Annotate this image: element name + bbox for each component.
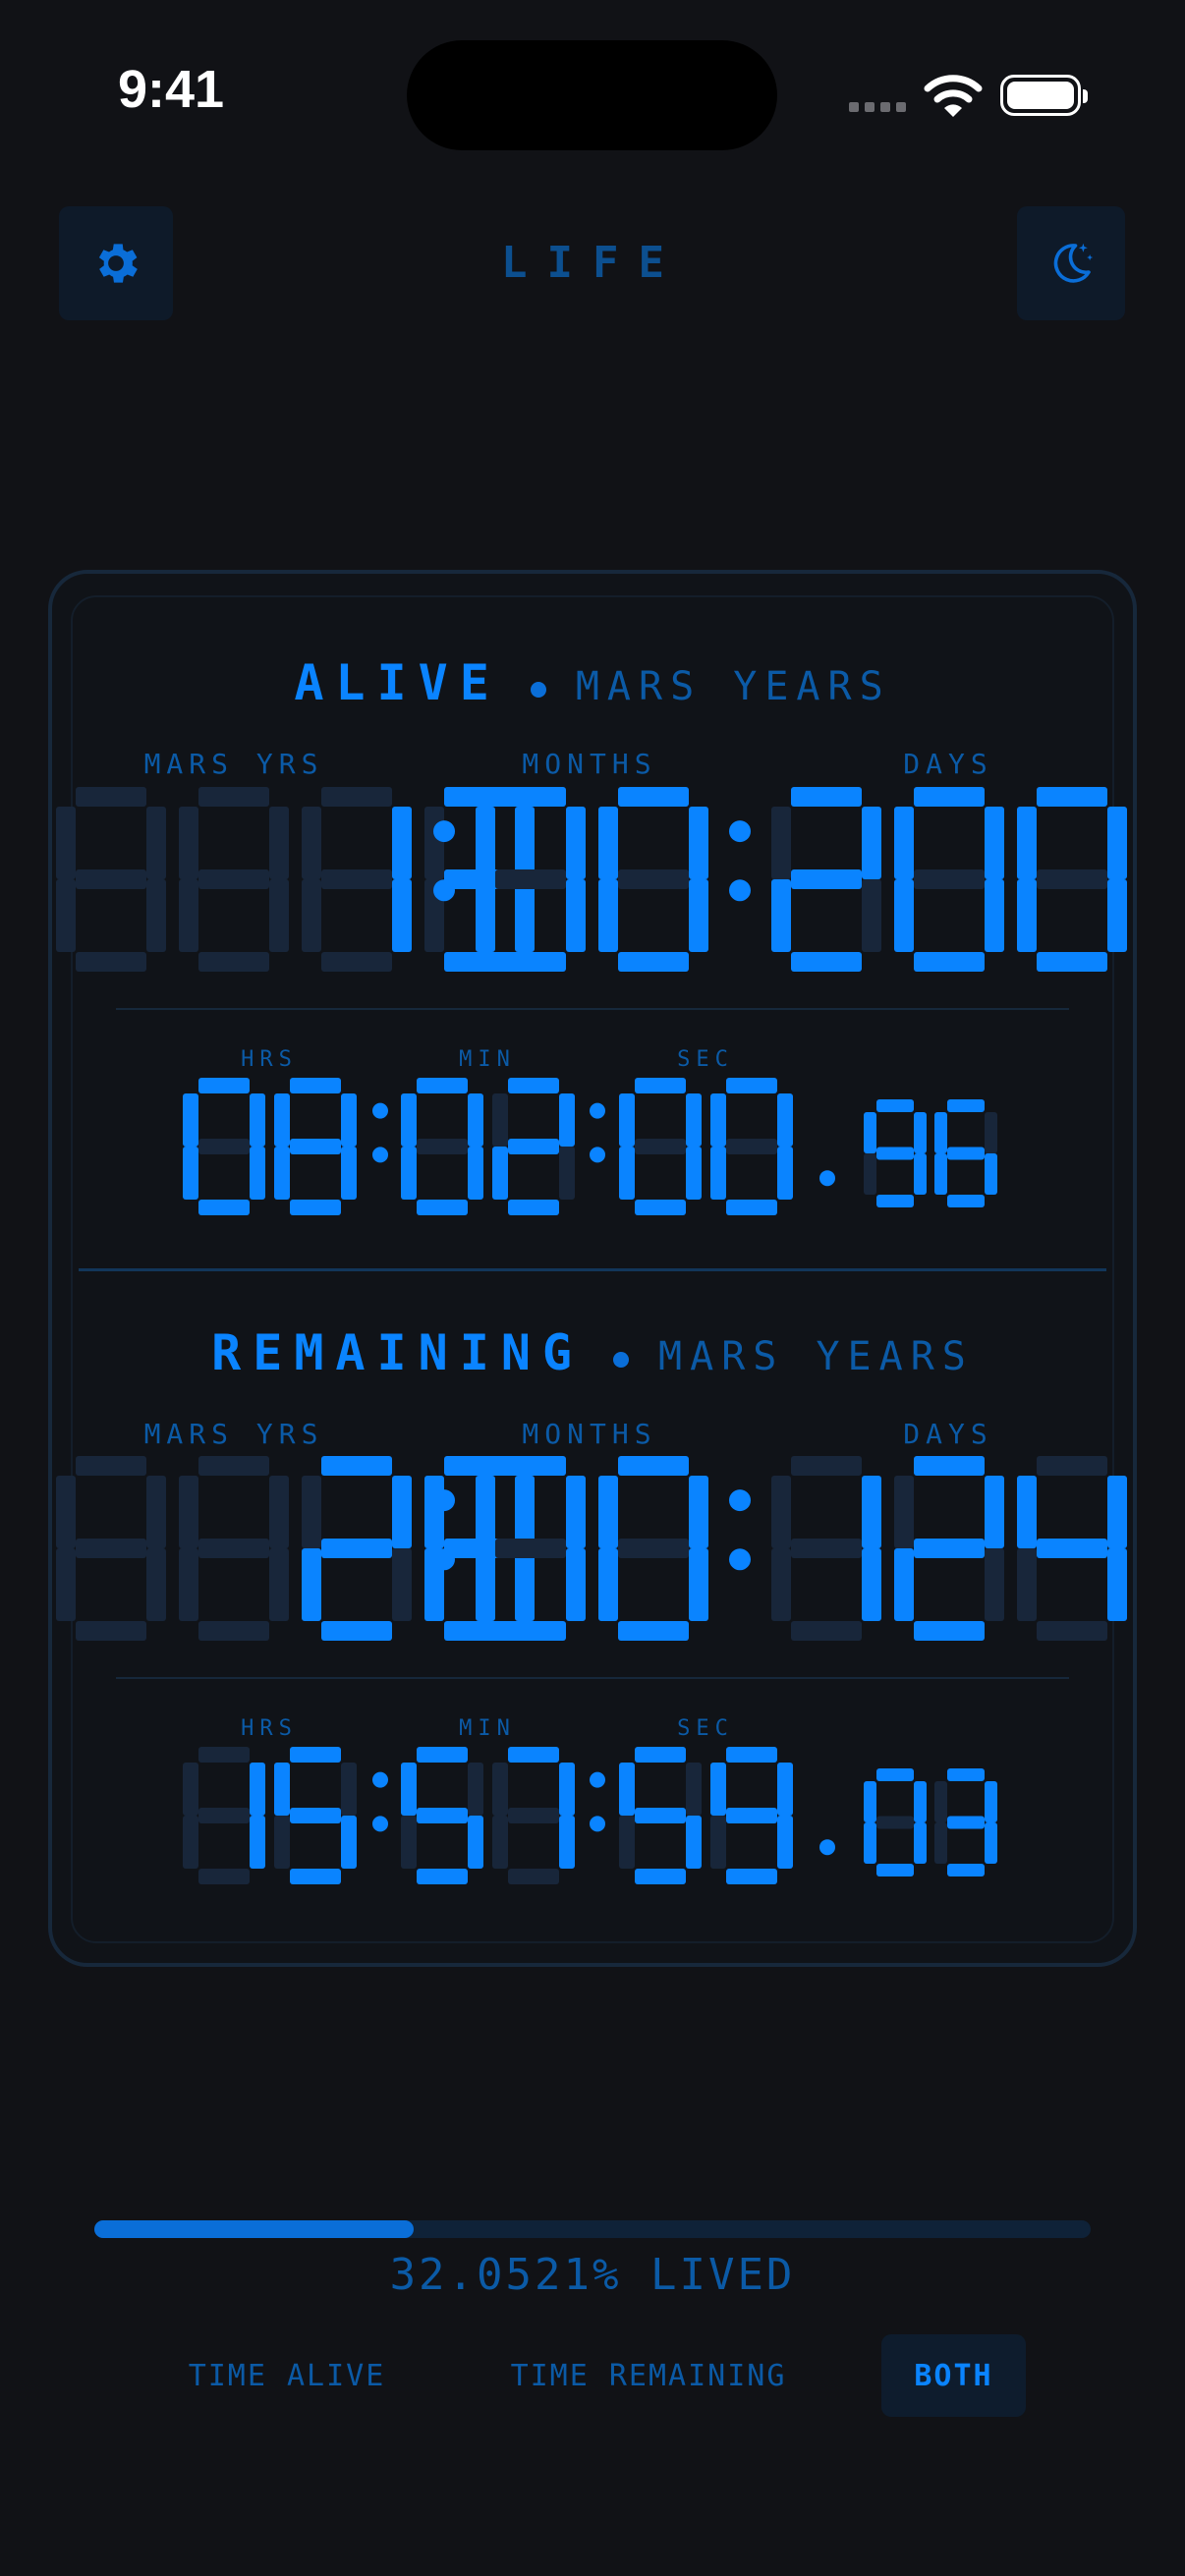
separator-dot [729, 820, 751, 843]
digit-0 [401, 1078, 483, 1215]
digit-1 [302, 787, 412, 972]
digit-3 [934, 1768, 997, 1876]
digit-2 [492, 1078, 575, 1215]
digit-1 [771, 1456, 881, 1641]
ghost-digit [179, 1456, 289, 1641]
digit-0 [598, 787, 708, 972]
digit-0 [619, 1078, 702, 1215]
separator-dot [433, 1489, 455, 1512]
separator-dot [729, 1548, 751, 1571]
seven-segment-displays [56, 787, 1127, 1884]
digit-0 [710, 1078, 793, 1215]
separator-dot [372, 1771, 388, 1788]
digit-9 [864, 1099, 927, 1207]
digit-0 [1017, 787, 1127, 972]
separator-dot [372, 1147, 388, 1163]
separator-dot [729, 879, 751, 902]
separator-dot [729, 1489, 751, 1512]
separator-dot [819, 1839, 835, 1856]
separator-dot [433, 1548, 455, 1571]
digit-5 [401, 1747, 483, 1884]
digit-0 [864, 1768, 927, 1876]
separator-dot [372, 1816, 388, 1832]
digit-0 [183, 1078, 265, 1215]
digit-7 [492, 1747, 575, 1884]
digit-5 [619, 1747, 702, 1884]
progress-bar [94, 2220, 1091, 2238]
digit-2 [771, 787, 881, 972]
digit-5 [274, 1747, 357, 1884]
separator-dot [590, 1147, 605, 1163]
separator-dot [819, 1170, 835, 1187]
separator-dot [590, 1771, 605, 1788]
tab-time-alive[interactable]: TIME ALIVE [169, 2334, 405, 2417]
separator-dot [590, 1102, 605, 1119]
tab-time-remaining[interactable]: TIME REMAINING [501, 2334, 796, 2417]
separator-dot [433, 820, 455, 843]
digit-0 [894, 787, 1004, 972]
ghost-digit [179, 787, 289, 972]
progress-fill [94, 2220, 414, 2238]
progress-text: 32.0521% LIVED [389, 2250, 796, 2300]
digit-0 [598, 1456, 708, 1641]
tab-both[interactable]: BOTH [881, 2334, 1026, 2417]
digit-6 [934, 1099, 997, 1207]
digit-2 [302, 1456, 412, 1641]
separator-dot [433, 879, 455, 902]
digit-4 [1017, 1456, 1127, 1641]
separator-dot [372, 1102, 388, 1119]
digit-8 [274, 1078, 357, 1215]
digit-1 [183, 1747, 265, 1884]
separator-dot [590, 1816, 605, 1832]
digit-2 [894, 1456, 1004, 1641]
ghost-digit [56, 787, 166, 972]
digit-9 [710, 1747, 793, 1884]
ghost-digit [56, 1456, 166, 1641]
